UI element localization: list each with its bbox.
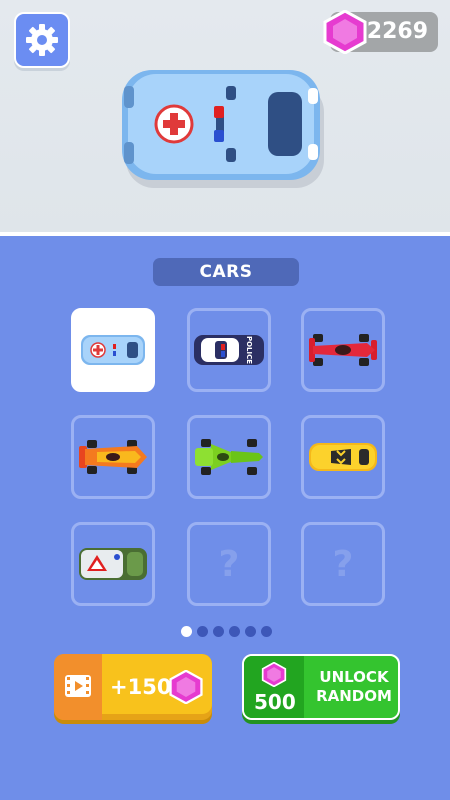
unlock-random-button[interactable]: 500 UNLOCK RANDOM <box>242 654 400 720</box>
car-slot-locked-1[interactable]: ? <box>187 522 271 606</box>
gem-count: 2269 <box>366 19 428 44</box>
page-dot-1[interactable] <box>181 626 192 637</box>
page-dot-3[interactable] <box>213 626 224 637</box>
yellow-sports-car-icon <box>309 443 377 471</box>
video-icon <box>65 675 91 697</box>
gem-counter: 2269 <box>323 10 438 54</box>
svg-text:POLICE: POLICE <box>245 336 253 364</box>
car-slot-ambulance[interactable] <box>71 308 155 392</box>
page-dot-4[interactable] <box>229 626 240 637</box>
police-car-icon: POLICE <box>194 335 264 365</box>
unlock-price: 500 <box>254 690 296 714</box>
unlock-label: UNLOCK RANDOM <box>308 668 398 706</box>
car-slot-rescue-truck[interactable] <box>71 522 155 606</box>
ambulance-preview <box>122 70 324 188</box>
unlock-label-line2: RANDOM <box>316 687 392 705</box>
pagination <box>181 626 272 638</box>
video-reward-amount: +150 <box>110 675 172 699</box>
car-slot-red-f1[interactable] <box>301 308 385 392</box>
unlock-label-line1: UNLOCK <box>319 668 389 686</box>
red-f1-car-icon <box>309 334 377 366</box>
ambulance-icon <box>81 335 145 365</box>
gear-icon <box>26 24 58 56</box>
page-dot-6[interactable] <box>261 626 272 637</box>
locked-question-mark: ? <box>332 543 354 585</box>
watch-video-button[interactable]: +150 <box>54 654 212 720</box>
green-race-car-icon <box>195 439 263 475</box>
page-dot-2[interactable] <box>197 626 208 637</box>
settings-button[interactable] <box>14 12 70 68</box>
rescue-truck-icon <box>79 548 147 580</box>
car-slot-police[interactable]: POLICE <box>187 308 271 392</box>
car-slot-green-race[interactable] <box>187 415 271 499</box>
car-slot-yellow-sports[interactable] <box>301 415 385 499</box>
gem-icon <box>323 10 367 54</box>
orange-race-car-icon <box>79 440 147 474</box>
locked-question-mark: ? <box>218 543 240 585</box>
car-slot-orange-race[interactable] <box>71 415 155 499</box>
page-dot-5[interactable] <box>245 626 256 637</box>
gem-icon <box>261 662 287 687</box>
car-slot-locked-2[interactable]: ? <box>301 522 385 606</box>
category-tab-cars[interactable]: CARS <box>153 258 299 286</box>
gem-icon <box>169 670 203 704</box>
video-button-left <box>54 654 102 720</box>
